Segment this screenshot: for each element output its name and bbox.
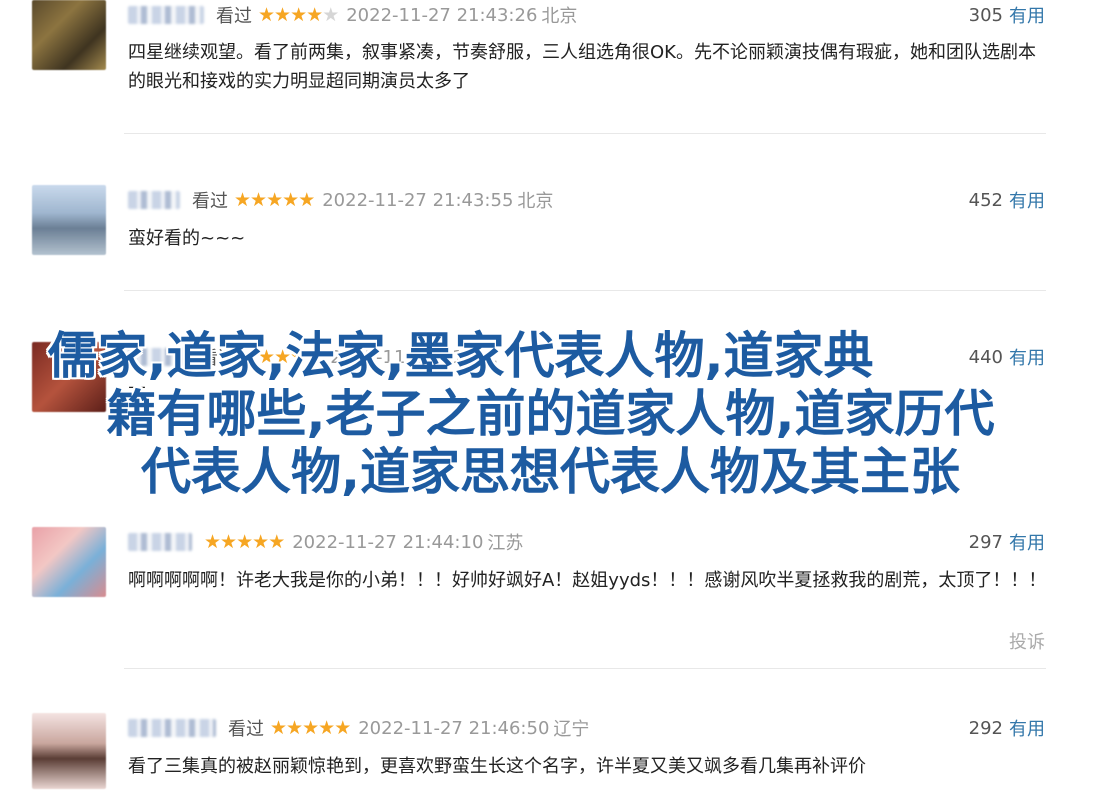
star-icon: ★ — [286, 716, 303, 739]
star-icon: ★ — [234, 188, 251, 211]
star-icon: ★ — [204, 530, 221, 553]
comment-meta: 看过 ★ ★ ★ ★ ★ 2022-11-27 21:43:26 北京 — [128, 0, 577, 30]
useful-block: 452 有用 — [969, 185, 1045, 215]
star-icon: ★ — [270, 716, 287, 739]
username[interactable] — [128, 533, 192, 551]
useful-count: 305 — [968, 4, 1003, 26]
useful-button[interactable]: 有用 — [1009, 2, 1045, 28]
star-icon: ★ — [306, 3, 323, 26]
report-link[interactable]: 投诉 — [1009, 628, 1045, 654]
comment-location: 辽宁 — [553, 719, 590, 740]
star-icon: ★ — [250, 188, 267, 211]
watch-status: 看过 — [216, 6, 252, 27]
star-icon: ★ — [268, 530, 285, 553]
divider — [124, 290, 1046, 291]
comments-page: 看过 ★ ★ ★ ★ ★ 2022-11-27 21:43:26 北京 305 有用 四… — [0, 0, 1101, 812]
comment-meta: ★ ★ ★ ★ ★ 2022-11-27 21:44:10 江苏 — [128, 527, 523, 557]
comment-text: 蛮好看的~~~ — [128, 228, 246, 249]
star-icon: ★ — [258, 3, 275, 26]
watch-status: 看过 — [192, 191, 228, 212]
comment-text: 四星继续观望。看了前两集，叙事紧凑，节奏舒服，三人组选角很OK。先不论丽颖演技偶… — [128, 42, 1036, 92]
rating-stars: ★ ★ ★ ★ ★ — [234, 188, 315, 211]
star-icon: ★ — [274, 3, 291, 26]
comment-time: 2022-11-27 21:43:26 — [346, 4, 538, 26]
divider — [124, 133, 1046, 134]
star-icon: ★ — [298, 188, 315, 211]
useful-button[interactable]: 有用 — [1009, 529, 1045, 555]
useful-button[interactable]: 有用 — [1009, 715, 1045, 741]
comment-text: 看了三集真的被赵丽颖惊艳到，更喜欢野蛮生长这个名字，许半夏又美又飒多看几集再补评… — [128, 756, 866, 777]
star-icon: ★ — [266, 188, 283, 211]
comment-location: 北京 — [517, 191, 554, 212]
star-icon: ★ — [334, 716, 351, 739]
avatar[interactable] — [32, 185, 106, 255]
useful-block: 292 有用 — [969, 713, 1045, 743]
star-icon: ★ — [282, 188, 299, 211]
useful-count: 297 — [968, 531, 1003, 553]
comment-time: 2022-11-27 21:46:50 — [358, 717, 550, 739]
rating-stars: ★ ★ ★ ★ ★ — [270, 716, 351, 739]
rating-stars: ★ ★ ★ ★ ★ — [258, 3, 339, 26]
star-icon: ★ — [220, 530, 237, 553]
overlay-title-line: 代表人物,道家思想代表人物及其主张 — [141, 443, 960, 501]
star-icon: ★ — [318, 716, 335, 739]
star-icon: ★ — [290, 3, 307, 26]
overlay-title-line: 籍有哪些,老子之前的道家人物,道家历代 — [106, 385, 995, 443]
useful-count: 452 — [968, 189, 1003, 211]
comment-time: 2022-11-27 21:44:10 — [292, 531, 484, 553]
star-icon: ★ — [302, 716, 319, 739]
comment-time: 2022-11-27 21:43:55 — [322, 189, 514, 211]
username[interactable] — [128, 6, 204, 24]
rating-stars: ★ ★ ★ ★ ★ — [204, 530, 285, 553]
divider — [124, 668, 1046, 669]
watch-status: 看过 — [228, 719, 264, 740]
useful-count: 292 — [968, 717, 1003, 739]
star-empty-icon: ★ — [322, 3, 339, 26]
avatar[interactable] — [32, 0, 106, 70]
username[interactable] — [128, 719, 216, 737]
comment-location: 北京 — [541, 6, 578, 27]
comment-location: 江苏 — [487, 533, 524, 554]
overlay-title-line: 儒家,道家,法家,墨家代表人物,道家典 — [47, 327, 874, 385]
star-icon: ★ — [236, 530, 253, 553]
avatar[interactable] — [32, 527, 106, 597]
useful-block: 297 有用 — [969, 527, 1045, 557]
avatar[interactable] — [32, 713, 106, 789]
comment-meta: 看过 ★ ★ ★ ★ ★ 2022-11-27 21:46:50 辽宁 — [128, 713, 589, 743]
username[interactable] — [128, 191, 180, 209]
useful-button[interactable]: 有用 — [1009, 187, 1045, 213]
star-icon: ★ — [252, 530, 269, 553]
comment-text: 啊啊啊啊啊！许老大我是你的小弟！！！好帅好飒好A！赵姐yyds！！！感谢风吹半夏… — [128, 570, 1047, 591]
comment-meta: 看过 ★ ★ ★ ★ ★ 2022-11-27 21:43:55 北京 — [128, 185, 553, 215]
useful-block: 305 有用 — [969, 0, 1045, 30]
